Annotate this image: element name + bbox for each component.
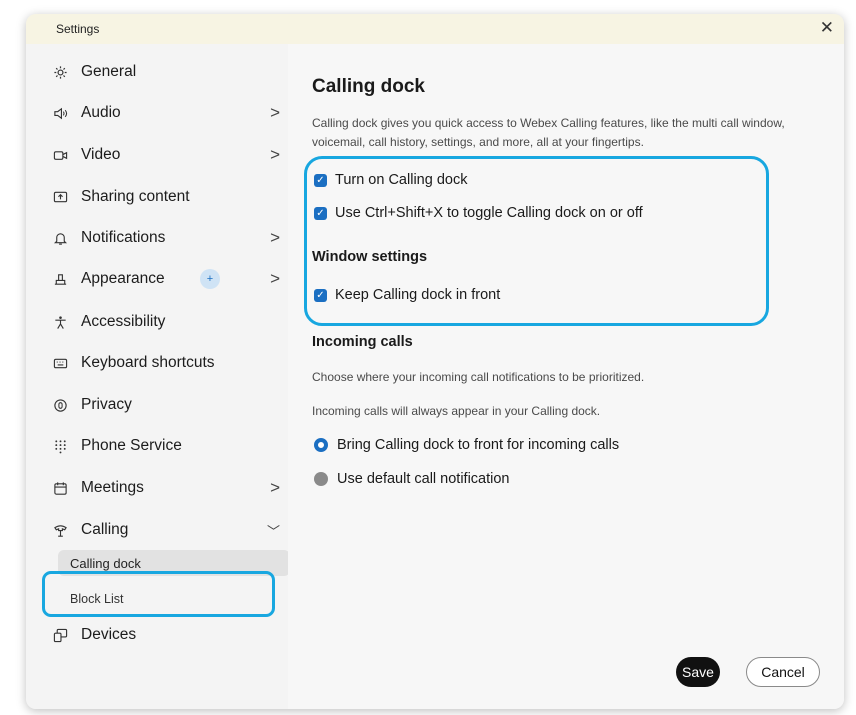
bell-icon xyxy=(52,230,68,246)
main-panel: Calling dock Calling dock gives you quic… xyxy=(288,44,844,709)
sidebar-item-label: General xyxy=(81,63,137,80)
radio-label: Bring Calling dock to front for incoming… xyxy=(337,437,620,453)
radio-label: Use default call notification xyxy=(337,471,510,487)
checkbox-checked-icon: ✓ xyxy=(314,288,327,302)
page-title: Calling dock xyxy=(312,76,425,97)
sidebar-item-video[interactable]: Video > xyxy=(52,142,280,168)
sidebar-item-audio[interactable]: Audio > xyxy=(52,100,280,126)
camera-icon xyxy=(52,147,68,163)
settings-window: Settings ✕ General Audio > Video > Shari… xyxy=(26,14,844,709)
sidebar-item-label: Calling xyxy=(81,521,129,538)
sidebar-item-appearance[interactable]: Appearance + > xyxy=(52,266,280,292)
chevron-right-icon: > xyxy=(270,478,280,497)
privacy-icon xyxy=(52,397,68,413)
sidebar-item-sharing-content[interactable]: Sharing content xyxy=(52,184,280,210)
window-settings-heading: Window settings xyxy=(312,249,428,265)
sidebar-item-label: Privacy xyxy=(81,396,132,413)
default-notification-radio[interactable]: Use default call notification xyxy=(314,468,510,490)
gear-icon xyxy=(52,64,68,80)
sidebar-item-label: Audio xyxy=(81,104,121,121)
keyboard-icon xyxy=(52,355,68,371)
sidebar-item-notifications[interactable]: Notifications > xyxy=(52,225,280,251)
sidebar-item-label: Phone Service xyxy=(81,437,182,454)
paint-icon xyxy=(52,271,68,287)
cancel-button[interactable]: Cancel xyxy=(746,657,820,687)
sidebar-subitem-block-list[interactable]: Block List xyxy=(58,586,290,612)
sidebar-subitem-calling-dock[interactable]: Calling dock xyxy=(58,550,290,576)
sidebar-item-label: Notifications xyxy=(81,229,166,246)
accessibility-icon xyxy=(52,314,68,330)
checkbox-label: Turn on Calling dock xyxy=(335,172,468,188)
sidebar-item-label: Accessibility xyxy=(81,313,166,330)
sidebar-item-label: Video xyxy=(81,146,121,163)
sidebar-item-label: Meetings xyxy=(81,479,144,496)
speaker-icon xyxy=(52,105,68,121)
phone-icon xyxy=(52,522,68,538)
calendar-icon xyxy=(52,480,68,496)
sidebar-item-meetings[interactable]: Meetings > xyxy=(52,475,280,501)
save-button[interactable]: Save xyxy=(676,657,720,687)
close-icon[interactable]: ✕ xyxy=(820,18,834,38)
sidebar-subitem-label: Calling dock xyxy=(70,555,141,571)
chevron-right-icon: > xyxy=(270,103,280,122)
checkbox-checked-icon: ✓ xyxy=(314,173,327,187)
chevron-right-icon: > xyxy=(270,269,280,288)
keep-in-front-checkbox[interactable]: ✓ Keep Calling dock in front xyxy=(314,284,500,306)
checkbox-label: Keep Calling dock in front xyxy=(335,287,501,303)
turn-on-calling-dock-checkbox[interactable]: ✓ Turn on Calling dock xyxy=(314,169,467,191)
sidebar-item-devices[interactable]: Devices xyxy=(52,622,280,648)
checkbox-checked-icon: ✓ xyxy=(314,206,327,220)
sidebar-item-label: Devices xyxy=(81,626,137,643)
chevron-down-icon: ﹀ xyxy=(266,523,280,539)
sidebar: General Audio > Video > Sharing content xyxy=(26,44,290,709)
sidebar-item-phone-service[interactable]: Phone Service xyxy=(52,433,280,459)
sidebar-item-accessibility[interactable]: Accessibility xyxy=(52,309,280,335)
sidebar-item-calling[interactable]: Calling ﹀ xyxy=(52,517,280,543)
checkbox-label: Use Ctrl+Shift+X to toggle Calling dock … xyxy=(335,205,643,221)
page-description: Calling dock gives you quick access to W… xyxy=(312,116,785,149)
chevron-right-icon: > xyxy=(270,145,280,164)
sidebar-subitem-label: Block List xyxy=(70,592,124,606)
sidebar-item-general[interactable]: General xyxy=(52,59,280,85)
sidebar-item-privacy[interactable]: Privacy xyxy=(52,392,280,418)
sidebar-item-keyboard-shortcuts[interactable]: Keyboard shortcuts xyxy=(52,350,280,376)
sparkle-badge-icon: + xyxy=(200,269,220,289)
sidebar-item-label: Sharing content xyxy=(81,188,190,205)
share-screen-icon xyxy=(52,189,68,205)
incoming-calls-note: Incoming calls will always appear in you… xyxy=(312,404,601,418)
incoming-calls-heading: Incoming calls xyxy=(312,334,413,350)
chevron-right-icon: > xyxy=(270,228,280,247)
incoming-calls-description: Choose where your incoming call notifica… xyxy=(312,370,645,384)
radio-unselected-icon xyxy=(314,472,328,486)
sidebar-item-label: Keyboard shortcuts xyxy=(81,354,215,371)
sidebar-item-label: Appearance xyxy=(81,270,165,287)
toggle-shortcut-checkbox[interactable]: ✓ Use Ctrl+Shift+X to toggle Calling doc… xyxy=(314,202,643,224)
bring-to-front-radio[interactable]: Bring Calling dock to front for incoming… xyxy=(314,434,619,456)
devices-icon xyxy=(52,627,68,643)
dialpad-icon xyxy=(52,438,68,454)
window-title: Settings xyxy=(56,22,100,36)
radio-selected-icon xyxy=(314,438,328,452)
title-bar: Settings ✕ xyxy=(26,14,844,45)
